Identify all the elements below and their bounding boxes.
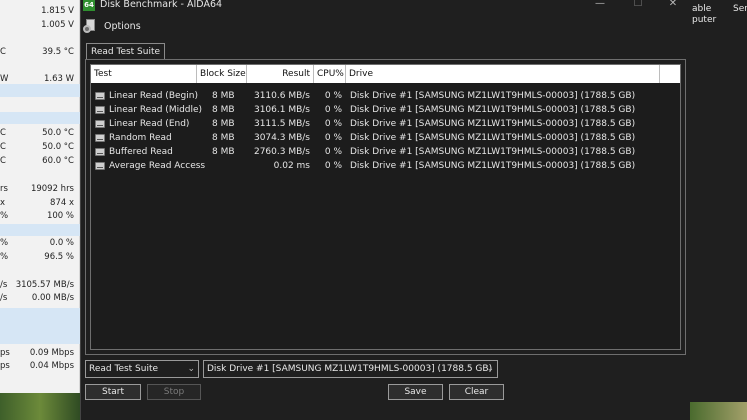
minimize-icon[interactable]: — — [593, 0, 607, 9]
sensor-row: % 0.0 % — [0, 238, 74, 248]
sensor-row: W 1.63 W — [0, 74, 74, 84]
disk-drive-icon — [95, 106, 105, 114]
disk-benchmark-window: 64 Disk Benchmark - AIDA64 — ☐ ✕ Options… — [80, 0, 690, 420]
block-size: 8 MB — [212, 105, 235, 115]
cpu-value: 0 % — [324, 119, 342, 129]
suite-select[interactable]: Read Test Suite ⌄ — [85, 360, 199, 378]
background-highlight-band — [0, 112, 80, 124]
background-sensor-window: 1.815 V 1.005 V C 39.5 °C W 1.63 W C 50.0 °… — [0, 0, 80, 420]
sensor-row: 1.815 V — [41, 6, 74, 16]
cpu-value: 0 % — [324, 91, 342, 101]
maximize-icon[interactable]: ☐ — [631, 0, 645, 9]
chevron-down-icon: ⌄ — [486, 364, 494, 374]
suite-select-value: Read Test Suite — [89, 364, 159, 374]
cpu-value: 0 % — [324, 133, 342, 143]
disk-drive-icon — [95, 134, 105, 142]
result-value: 3106.1 MB/s — [253, 105, 310, 115]
result-value: 2760.3 MB/s — [253, 147, 310, 157]
drive-select[interactable]: Disk Drive #1 [SAMSUNG MZ1LW1T9HMLS-0000… — [203, 360, 498, 378]
start-button[interactable]: Start — [85, 384, 141, 400]
stop-button[interactable]: Stop — [147, 384, 201, 400]
sensor-row: rs 19092 hrs — [0, 184, 74, 194]
options-menu[interactable]: Options — [83, 16, 141, 36]
table-row[interactable]: Linear Read (End) 8 MB 3111.5 MB/s 0 % D… — [91, 117, 680, 131]
background-highlight-band — [0, 224, 80, 236]
drive-select-value: Disk Drive #1 [SAMSUNG MZ1LW1T9HMLS-0000… — [207, 364, 493, 374]
background-window-right: able puter Ser — [690, 0, 747, 420]
result-value: 0.02 ms — [273, 161, 310, 171]
background-highlight-band — [0, 308, 80, 344]
sensor-row: % 100 % — [0, 211, 74, 221]
cpu-value: 0 % — [324, 161, 342, 171]
sensor-row: C 39.5 °C — [0, 47, 74, 57]
test-name: Average Read Access — [109, 161, 206, 171]
desktop-wallpaper — [690, 402, 747, 420]
background-text: able — [692, 4, 712, 14]
test-name: Linear Read (End) — [109, 119, 190, 129]
block-size: 8 MB — [212, 119, 235, 129]
disk-drive-icon — [95, 120, 105, 128]
list-header: Test Block Size Result CPU% Drive — [91, 65, 680, 83]
window-title: Disk Benchmark - AIDA64 — [100, 0, 223, 10]
drive-name: Disk Drive #1 [SAMSUNG MZ1LW1T9HMLS-0000… — [350, 133, 636, 143]
sensor-row: C 60.0 °C — [0, 156, 74, 166]
title-bar[interactable]: 64 Disk Benchmark - AIDA64 — ☐ ✕ — [81, 0, 691, 12]
result-value: 3074.3 MB/s — [253, 133, 310, 143]
clear-button[interactable]: Clear — [449, 384, 504, 400]
sensor-row: ps 0.04 Mbps — [0, 361, 74, 371]
table-row[interactable]: Buffered Read 8 MB 2760.3 MB/s 0 % Disk … — [91, 145, 680, 159]
drive-name: Disk Drive #1 [SAMSUNG MZ1LW1T9HMLS-0000… — [350, 147, 636, 157]
column-header-block-size[interactable]: Block Size — [197, 65, 247, 83]
options-gear-icon — [83, 19, 99, 33]
table-row[interactable]: Random Read 8 MB 3074.3 MB/s 0 % Disk Dr… — [91, 131, 680, 145]
aida64-app-icon: 64 — [83, 0, 95, 11]
options-label: Options — [104, 20, 141, 32]
close-icon[interactable]: ✕ — [666, 0, 680, 9]
tab-read-test-suite[interactable]: Read Test Suite — [86, 43, 166, 60]
desktop-wallpaper — [0, 393, 80, 420]
result-value: 3111.5 MB/s — [253, 119, 310, 129]
block-size: 8 MB — [212, 133, 235, 143]
drive-name: Disk Drive #1 [SAMSUNG MZ1LW1T9HMLS-0000… — [350, 161, 636, 171]
block-size: 8 MB — [212, 147, 235, 157]
table-row[interactable]: Average Read Access 0.02 ms 0 % Disk Dri… — [91, 159, 680, 173]
drive-name: Disk Drive #1 [SAMSUNG MZ1LW1T9HMLS-0000… — [350, 119, 636, 129]
background-text: puter — [692, 15, 717, 25]
column-header-drive[interactable]: Drive — [346, 65, 660, 83]
drive-name: Disk Drive #1 [SAMSUNG MZ1LW1T9HMLS-0000… — [350, 105, 636, 115]
sensor-row: x 874 x — [0, 198, 74, 208]
test-name: Random Read — [109, 133, 172, 143]
sensor-row: C 50.0 °C — [0, 142, 74, 152]
background-text: Ser — [733, 4, 747, 14]
table-row[interactable]: Linear Read (Middle) 8 MB 3106.1 MB/s 0 … — [91, 103, 680, 117]
disk-drive-icon — [95, 148, 105, 156]
test-name: Buffered Read — [109, 147, 173, 157]
sensor-row: /s 0.00 MB/s — [0, 293, 74, 303]
save-button[interactable]: Save — [388, 384, 443, 400]
test-name: Linear Read (Begin) — [109, 91, 198, 101]
results-list[interactable]: Test Block Size Result CPU% Drive Linear… — [90, 64, 681, 350]
results-panel: Test Block Size Result CPU% Drive Linear… — [85, 59, 686, 355]
cpu-value: 0 % — [324, 105, 342, 115]
result-value: 3110.6 MB/s — [253, 91, 310, 101]
disk-drive-icon — [95, 92, 105, 100]
tab-strip: Read Test Suite — [85, 43, 685, 60]
column-header-result[interactable]: Result — [247, 65, 314, 83]
sensor-row: C 50.0 °C — [0, 128, 74, 138]
sensor-row: % 96.5 % — [0, 252, 74, 262]
sensor-row: /s 3105.57 MB/s — [0, 280, 74, 290]
column-header-cpu[interactable]: CPU% — [314, 65, 346, 83]
sensor-row: ps 0.09 Mbps — [0, 348, 74, 358]
sensor-row: 1.005 V — [41, 20, 74, 30]
block-size: 8 MB — [212, 91, 235, 101]
cpu-value: 0 % — [324, 147, 342, 157]
table-row[interactable]: Linear Read (Begin) 8 MB 3110.6 MB/s 0 %… — [91, 89, 680, 103]
column-header-test[interactable]: Test — [91, 65, 197, 83]
drive-name: Disk Drive #1 [SAMSUNG MZ1LW1T9HMLS-0000… — [350, 91, 636, 101]
disk-drive-icon — [95, 162, 105, 170]
chevron-down-icon: ⌄ — [187, 364, 195, 374]
test-name: Linear Read (Middle) — [109, 105, 203, 115]
